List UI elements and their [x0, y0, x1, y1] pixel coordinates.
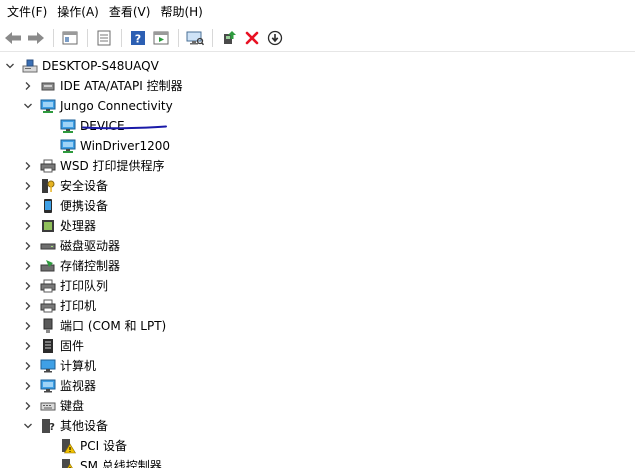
- firmware-icon: [40, 338, 56, 354]
- toolbar: ?: [0, 24, 635, 52]
- network-adapter-icon: [60, 138, 76, 154]
- computer-icon: [40, 358, 56, 374]
- scan-hardware-icon[interactable]: [184, 27, 206, 49]
- chevron-down-icon[interactable]: [22, 416, 34, 436]
- tree-item-computer[interactable]: 计算机: [22, 356, 96, 376]
- toolbar-separator: [121, 28, 122, 47]
- help-icon[interactable]: ?: [127, 27, 149, 49]
- action-pane-icon[interactable]: [150, 27, 172, 49]
- tree-item-device[interactable]: DEVICE: [60, 116, 125, 136]
- tree-item-portable[interactable]: 便携设备: [22, 196, 108, 216]
- chevron-down-icon[interactable]: [4, 56, 16, 76]
- forward-arrow-icon[interactable]: [25, 27, 47, 49]
- printer-icon: [40, 158, 56, 174]
- tree-item-processor[interactable]: 处理器: [22, 216, 96, 236]
- root-label: DESKTOP-S48UAQV: [42, 59, 159, 73]
- chevron-right-icon[interactable]: [22, 376, 34, 396]
- tree-item-storage[interactable]: 存储控制器: [22, 256, 120, 276]
- chevron-right-icon[interactable]: [22, 296, 34, 316]
- tree-item-ports[interactable]: 端口 (COM 和 LPT): [22, 316, 166, 336]
- update-driver-icon[interactable]: [218, 27, 240, 49]
- keyboard-icon: [40, 398, 56, 414]
- uninstall-device-icon[interactable]: [241, 27, 263, 49]
- tree-item-ide[interactable]: IDE ATA/ATAPI 控制器: [22, 76, 183, 96]
- chevron-right-icon[interactable]: [22, 216, 34, 236]
- menu-help[interactable]: 帮助(H): [155, 2, 207, 22]
- printer-icon: [40, 298, 56, 314]
- menu-file[interactable]: 文件(F): [2, 2, 52, 22]
- chevron-right-icon[interactable]: [22, 336, 34, 356]
- chevron-down-icon[interactable]: [22, 96, 34, 116]
- tree-item-security[interactable]: 安全设备: [22, 176, 108, 196]
- disable-device-icon[interactable]: [264, 27, 286, 49]
- portable-device-icon: [40, 198, 56, 214]
- toolbar-separator: [212, 28, 213, 47]
- chevron-right-icon[interactable]: [22, 176, 34, 196]
- svg-text:?: ?: [49, 422, 55, 433]
- tree-item-firmware[interactable]: 固件: [22, 336, 84, 356]
- chevron-right-icon[interactable]: [22, 356, 34, 376]
- chevron-right-icon[interactable]: [22, 196, 34, 216]
- processor-icon: [40, 218, 56, 234]
- chevron-right-icon[interactable]: [22, 256, 34, 276]
- tree-root[interactable]: DESKTOP-S48UAQV: [4, 56, 159, 76]
- chevron-right-icon[interactable]: [22, 276, 34, 296]
- tree-item-keyboard[interactable]: 键盘: [22, 396, 84, 416]
- disk-drive-icon: [40, 238, 56, 254]
- tree-item-wsd[interactable]: WSD 打印提供程序: [22, 156, 165, 176]
- computer-root-icon: [22, 58, 38, 74]
- tree-item-jungo[interactable]: Jungo Connectivity: [22, 96, 173, 116]
- monitor-icon: [40, 378, 56, 394]
- warning-device-icon: [60, 458, 76, 468]
- menu-bar: 文件(F) 操作(A) 查看(V) 帮助(H): [0, 0, 635, 24]
- show-hide-console-tree-icon[interactable]: [59, 27, 81, 49]
- menu-view[interactable]: 查看(V): [104, 2, 156, 22]
- chevron-right-icon[interactable]: [22, 156, 34, 176]
- warning-device-icon: [60, 438, 76, 454]
- back-arrow-icon[interactable]: [2, 27, 24, 49]
- printer-icon: [40, 278, 56, 294]
- network-adapter-icon: [60, 118, 76, 134]
- toolbar-separator: [53, 28, 54, 47]
- tree-item-print-queue[interactable]: 打印队列: [22, 276, 108, 296]
- tree-item-printer[interactable]: 打印机: [22, 296, 96, 316]
- properties-icon[interactable]: [93, 27, 115, 49]
- chevron-right-icon[interactable]: [22, 76, 34, 96]
- ide-controller-icon: [40, 78, 56, 94]
- tree-item-pci-device[interactable]: PCI 设备: [60, 436, 127, 456]
- tree-item-windriver[interactable]: WinDriver1200: [60, 136, 170, 156]
- tree-item-disk[interactable]: 磁盘驱动器: [22, 236, 120, 256]
- security-key-icon: [40, 178, 56, 194]
- chevron-right-icon[interactable]: [22, 396, 34, 416]
- network-adapter-icon: [40, 98, 56, 114]
- tree-item-other-devices[interactable]: ? 其他设备: [22, 416, 108, 436]
- tree-item-sm-bus[interactable]: SM 总线控制器: [60, 456, 162, 468]
- menu-action[interactable]: 操作(A): [52, 2, 104, 22]
- svg-text:?: ?: [135, 32, 141, 45]
- chevron-right-icon[interactable]: [22, 316, 34, 336]
- tree-item-monitor[interactable]: 监视器: [22, 376, 96, 396]
- toolbar-separator: [178, 28, 179, 47]
- port-icon: [40, 318, 56, 334]
- chevron-right-icon[interactable]: [22, 236, 34, 256]
- unknown-device-icon: ?: [40, 418, 56, 434]
- storage-controller-icon: [40, 258, 56, 274]
- toolbar-separator: [87, 28, 88, 47]
